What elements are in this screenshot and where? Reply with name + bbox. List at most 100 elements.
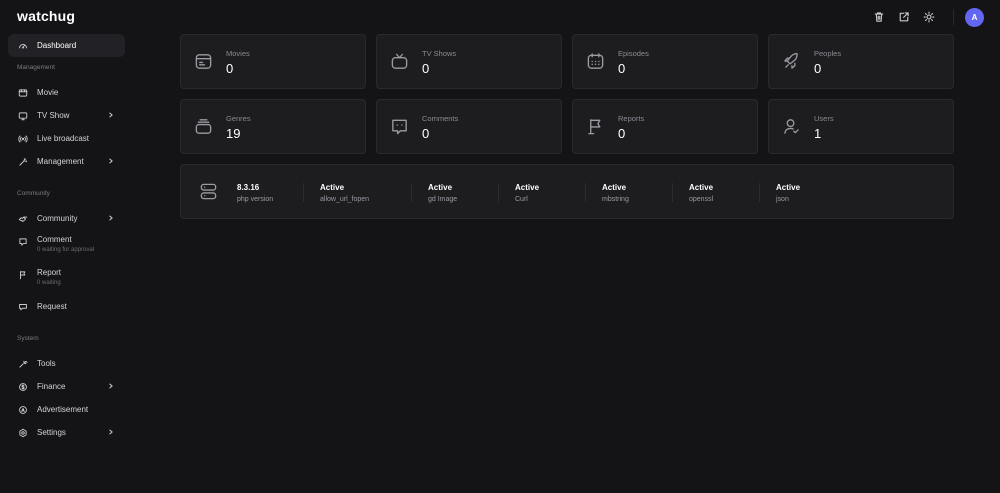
section-label-community: Community [17, 190, 50, 197]
sidebar-item-dashboard[interactable]: Dashboard [8, 34, 125, 57]
stat-card-peoples[interactable]: Peoples 0 [768, 34, 954, 89]
status-divider [303, 183, 304, 202]
topbar-actions: A [862, 7, 984, 27]
stat-card-genres[interactable]: Genres 19 [180, 99, 366, 154]
sidebar-item-movie[interactable]: Movie [8, 81, 125, 104]
sidebar-item-label: Report [37, 268, 62, 277]
app-root: watchug A Dashboard Management Movie TV … [0, 0, 1000, 493]
sidebar-item-label: Comment [37, 235, 72, 244]
sidebar: Dashboard Management Movie TV Show Live … [8, 34, 125, 444]
rocket-icon [782, 52, 801, 71]
topbar-divider [953, 9, 954, 25]
sidebar-item-finance[interactable]: Finance [8, 375, 125, 398]
stat-card-tv-shows[interactable]: TV Shows 0 [376, 34, 562, 89]
server-icon [199, 182, 218, 201]
status-divider [498, 183, 499, 202]
section-label-system: System [17, 335, 39, 342]
external-link-icon[interactable] [896, 9, 912, 25]
status-title: Active [515, 182, 540, 192]
status-item-gd-image: Active gd Image [428, 165, 498, 220]
chevron-right-icon [108, 110, 116, 120]
stat-value: 0 [226, 61, 234, 76]
calendar-icon [586, 52, 605, 71]
status-divider [759, 183, 760, 202]
status-subtitle: mbstring [602, 195, 629, 203]
chevron-right-icon [108, 427, 116, 437]
ad-coin-icon [17, 404, 28, 415]
stats-grid: Movies 0 TV Shows 0 Episodes 0 Peoples 0… [180, 34, 954, 154]
sidebar-item-management[interactable]: Management [8, 150, 125, 173]
wand-icon [17, 156, 28, 167]
flag-icon [17, 269, 28, 280]
status-title: 8.3.16 [237, 182, 260, 192]
monitor-icon [17, 110, 28, 121]
broadcast-icon [17, 133, 28, 144]
stat-card-movies[interactable]: Movies 0 [180, 34, 366, 89]
stat-label: Reports [618, 114, 645, 123]
status-items: 8.3.16 php version Active allow_url_fope… [237, 165, 846, 220]
stat-value: 0 [618, 61, 626, 76]
stat-value: 0 [422, 126, 430, 141]
status-item-curl: Active Curl [515, 165, 585, 220]
status-title: Active [320, 182, 345, 192]
trash-icon[interactable] [871, 9, 887, 25]
sidebar-item-label: Tools [37, 359, 56, 368]
stat-label: Genres [226, 114, 251, 123]
stat-value: 0 [618, 126, 626, 141]
coin-icon [17, 381, 28, 392]
sidebar-item-label: Community [37, 214, 78, 223]
status-subtitle: Curl [515, 195, 528, 203]
sidebar-item-sublabel: 0 waiting [37, 280, 61, 286]
section-label-management: Management [17, 64, 55, 71]
sidebar-item-sublabel: 0 waiting for approval [37, 247, 95, 253]
status-divider [585, 183, 586, 202]
sidebar-item-label: Finance [37, 382, 66, 391]
sidebar-item-settings[interactable]: Settings [8, 421, 125, 444]
stat-card-users[interactable]: Users 1 [768, 99, 954, 154]
stat-label: Peoples [814, 49, 842, 58]
sidebar-item-tv-show[interactable]: TV Show [8, 104, 125, 127]
status-divider [411, 183, 412, 202]
status-item-mbstring: Active mbstring [602, 165, 672, 220]
status-subtitle: gd Image [428, 195, 458, 203]
sidebar-item-advertisement[interactable]: Advertisement [8, 398, 125, 421]
tool-icon [17, 358, 28, 369]
film-icon [17, 87, 28, 98]
sidebar-item-tools[interactable]: Tools [8, 352, 125, 375]
status-item-allow-url-fopen: Active allow_url_fopen [320, 165, 411, 220]
stat-value: 0 [814, 61, 822, 76]
comment-icon [390, 117, 409, 136]
sidebar-item-live-broadcast[interactable]: Live broadcast [8, 127, 125, 150]
sidebar-item-comment[interactable]: Comment 0 waiting for approval [8, 230, 125, 263]
sun-icon[interactable] [921, 9, 937, 25]
sidebar-item-label: Movie [37, 88, 59, 97]
avatar[interactable]: A [965, 7, 984, 27]
status-title: Active [776, 182, 801, 192]
stat-value: 1 [814, 126, 822, 141]
chevron-right-icon [108, 156, 116, 166]
system-status-bar: 8.3.16 php version Active allow_url_fope… [180, 164, 954, 219]
comment-icon [17, 236, 28, 247]
sidebar-item-label: Advertisement [37, 405, 89, 414]
chevron-right-icon [108, 213, 116, 223]
status-title: Active [602, 182, 627, 192]
sidebar-item-community[interactable]: Community [8, 207, 125, 230]
stat-card-episodes[interactable]: Episodes 0 [572, 34, 758, 89]
status-title: Active [689, 182, 714, 192]
sidebar-item-report[interactable]: Report 0 waiting [8, 263, 125, 296]
status-item-openssl: Active openssl [689, 165, 759, 220]
logo[interactable]: watchug [17, 8, 75, 24]
stat-card-reports[interactable]: Reports 0 [572, 99, 758, 154]
status-item-json: Active json [776, 165, 846, 220]
stat-card-comments[interactable]: Comments 0 [376, 99, 562, 154]
sidebar-item-label: Settings [37, 428, 66, 437]
gauge-icon [17, 40, 28, 51]
sidebar-item-label: TV Show [37, 111, 70, 120]
stat-value: 19 [226, 126, 241, 141]
sidebar-item-label: Dashboard [37, 41, 77, 50]
tv-icon [390, 52, 409, 71]
sidebar-item-label: Live broadcast [37, 134, 90, 143]
user-icon [782, 117, 801, 136]
stat-value: 0 [422, 61, 430, 76]
sidebar-item-request[interactable]: Request [8, 295, 125, 318]
